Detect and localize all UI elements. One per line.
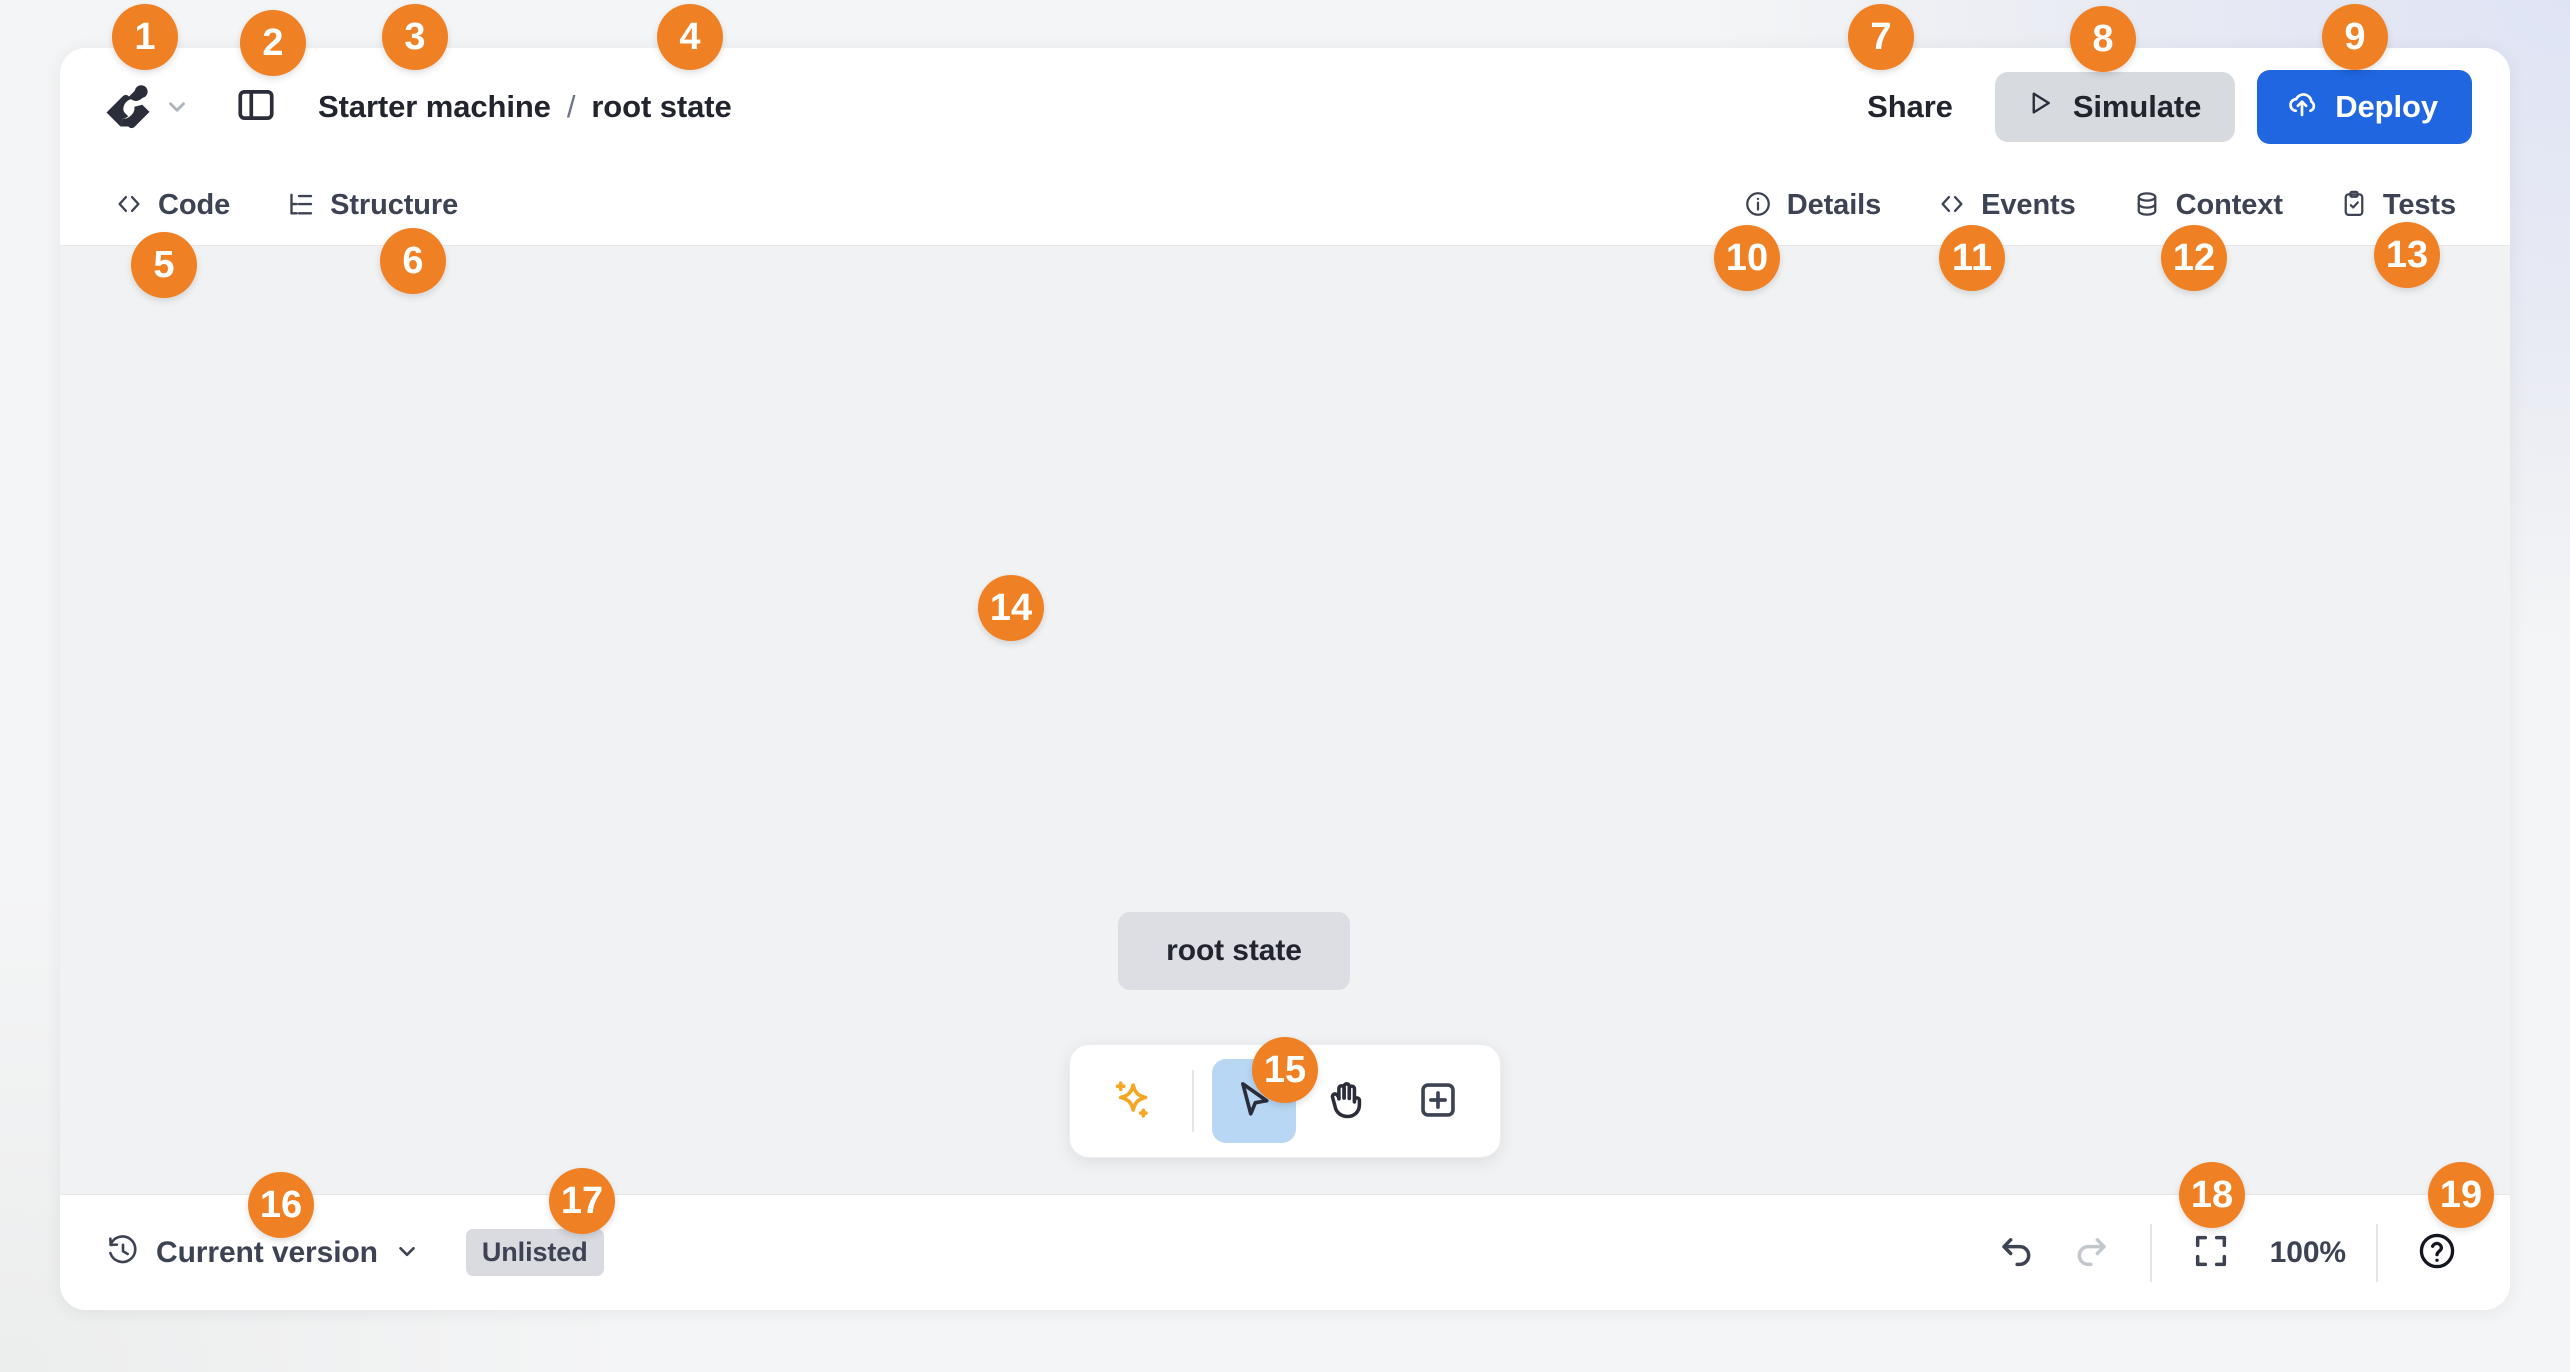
tab-context[interactable]: Context [2116, 179, 2299, 232]
annotation-badge-18: 18 [2179, 1162, 2245, 1228]
tab-details[interactable]: Details [1727, 179, 1897, 232]
fit-to-screen-icon [2191, 1231, 2231, 1274]
annotation-badge-14: 14 [978, 575, 1044, 641]
tab-context-label: Context [2175, 189, 2283, 221]
chevron-down-icon [394, 1238, 420, 1267]
tab-tests-label: Tests [2382, 189, 2456, 221]
logo-menu-button[interactable] [100, 79, 190, 135]
annotation-badge-7: 7 [1848, 4, 1914, 70]
sidebar-toggle-button[interactable] [230, 81, 282, 133]
tree-list-icon [286, 189, 316, 222]
breadcrumb-separator: / [566, 89, 576, 124]
tab-events[interactable]: Events [1921, 179, 2092, 232]
annotation-badge-16: 16 [248, 1172, 314, 1238]
annotation-badge-3: 3 [382, 4, 448, 70]
simulate-button[interactable]: Simulate [1994, 72, 2236, 142]
add-node-tool-button[interactable] [1396, 1059, 1480, 1143]
undo-arrow-icon [1997, 1231, 2037, 1274]
cloud-upload-icon [2285, 86, 2319, 128]
annotation-badge-19: 19 [2428, 1162, 2494, 1228]
simulate-label: Simulate [2072, 89, 2202, 124]
bottombar-divider-1 [2149, 1223, 2152, 1282]
annotation-badge-10: 10 [1714, 225, 1780, 291]
deploy-button[interactable]: Deploy [2257, 70, 2472, 144]
bottombar-divider-2 [2376, 1223, 2378, 1282]
breadcrumb: Starter machine / root state [318, 89, 732, 125]
annotation-badge-13: 13 [2374, 222, 2440, 288]
stately-logo-icon [100, 79, 156, 135]
plus-square-icon [1415, 1077, 1461, 1126]
hand-icon [1323, 1077, 1369, 1126]
share-button[interactable]: Share [1849, 75, 1971, 139]
annotation-badge-11: 11 [1939, 225, 2005, 291]
version-label: Current version [156, 1235, 378, 1269]
visibility-badge[interactable]: Unlisted [465, 1229, 604, 1276]
history-clock-icon [106, 1234, 140, 1271]
play-icon [2025, 88, 2055, 126]
redo-button[interactable] [2054, 1216, 2128, 1290]
clipboard-check-icon [2339, 189, 2369, 222]
ai-assist-tool-button[interactable] [1090, 1059, 1174, 1143]
annotation-badge-8: 8 [2070, 6, 2136, 72]
info-circle-icon [1743, 189, 1773, 222]
bottom-bar: Current version Unlisted 100% [60, 1194, 2510, 1310]
chevron-down-icon [164, 94, 190, 120]
redo-arrow-icon [2071, 1231, 2111, 1274]
annotation-badge-1: 1 [112, 4, 178, 70]
annotation-badge-12: 12 [2161, 225, 2227, 291]
tab-events-label: Events [1981, 189, 2076, 221]
deploy-label: Deploy [2335, 89, 2438, 124]
panel-left-icon [235, 84, 277, 131]
annotation-badge-9: 9 [2322, 4, 2388, 70]
annotation-badge-5: 5 [131, 232, 197, 298]
database-icon [2132, 189, 2162, 222]
left-tab-group: Code Structure [98, 179, 474, 232]
state-node-label: root state [1166, 934, 1302, 967]
undo-button[interactable] [1980, 1216, 2054, 1290]
zoom-controls: 100% [2174, 1216, 2354, 1290]
tab-structure-label: Structure [330, 189, 459, 221]
question-circle-icon [2416, 1230, 2458, 1275]
code-brackets-icon [1937, 189, 1967, 222]
state-node-root[interactable]: root state [1118, 912, 1350, 990]
tab-code[interactable]: Code [98, 179, 246, 232]
annotation-badge-4: 4 [657, 4, 723, 70]
breadcrumb-state-name[interactable]: root state [591, 89, 731, 125]
tab-structure[interactable]: Structure [270, 179, 474, 232]
annotation-badge-15: 15 [1252, 1037, 1318, 1103]
annotation-badge-17: 17 [549, 1168, 615, 1234]
breadcrumb-machine-name[interactable]: Starter machine [318, 89, 551, 125]
sparkles-icon [1109, 1077, 1155, 1126]
tab-code-label: Code [158, 189, 231, 221]
code-brackets-icon [114, 189, 144, 222]
toolbar-divider [1192, 1070, 1194, 1132]
annotation-badge-2: 2 [240, 10, 306, 76]
right-tab-group: Details Events Context Tests [1727, 179, 2472, 232]
tab-details-label: Details [1786, 189, 1882, 221]
zoom-level-label[interactable]: 100% [2262, 1236, 2354, 1270]
annotation-badge-6: 6 [380, 228, 446, 294]
